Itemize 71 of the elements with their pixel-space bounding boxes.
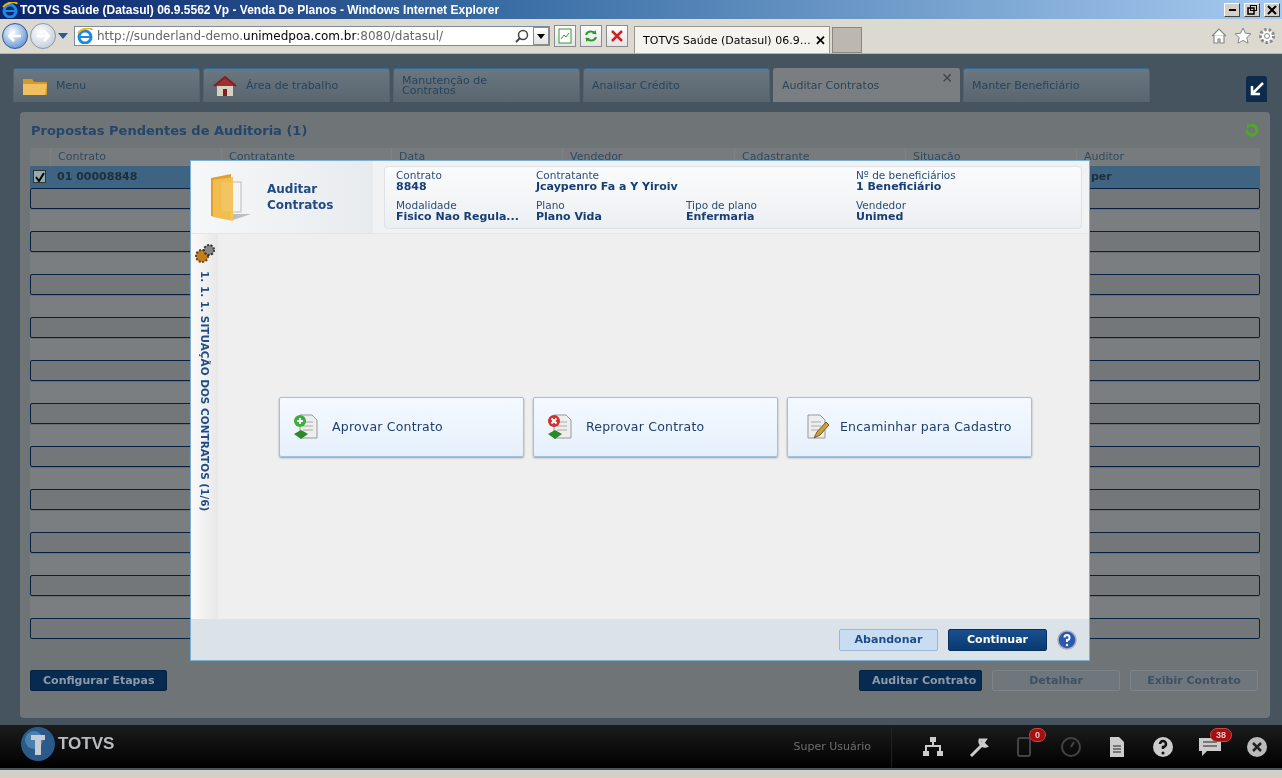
action-button[interactable]: Configurar Etapas <box>30 670 168 691</box>
collapse-button[interactable] <box>1246 76 1267 102</box>
settings-icon[interactable] <box>1258 27 1276 45</box>
action-button[interactable]: Reprovar Contrato <box>533 396 778 457</box>
field-value: 8848 <box>396 181 428 193</box>
browser-logo-icon <box>2 1 18 18</box>
field-label: Contratante <box>536 170 601 181</box>
abandon-button[interactable]: Abandonar <box>839 628 938 651</box>
back-arrow-icon <box>8 30 22 42</box>
home-icon[interactable] <box>1210 27 1228 45</box>
table-cell-text: per <box>1090 169 1113 185</box>
close-icon <box>611 30 623 42</box>
house-icon <box>212 74 238 97</box>
checkbox[interactable] <box>33 170 46 183</box>
field-label: Nº de beneficiários <box>856 170 957 181</box>
app-tab[interactable]: Auditar Contratos ✕ <box>773 68 960 102</box>
help-icon[interactable] <box>1057 629 1077 650</box>
field-value: Enfermaria <box>686 211 755 223</box>
check-icon <box>34 171 45 182</box>
minimize-icon <box>1228 8 1236 11</box>
address-field[interactable]: http://sunderland-demo.unimedpoa.com.br:8080/datasul/ <box>74 26 550 46</box>
continue-button[interactable]: Continuar <box>948 628 1047 651</box>
restore-icon <box>1247 4 1257 15</box>
field-value: Unimed <box>856 211 905 223</box>
browser-tab[interactable]: TOTVS Saúde (Datasul) 06.9… ✕ <box>634 26 830 53</box>
user-name: Super Usuário <box>793 726 892 767</box>
field-label: Vendedor <box>856 200 907 211</box>
action-button[interactable]: Aprovar Contrato <box>279 396 524 457</box>
dropdown-button[interactable] <box>533 27 549 45</box>
stop-button[interactable] <box>606 25 628 47</box>
dropdown-caret-icon[interactable] <box>58 32 68 40</box>
field-value: Jcaypenro Fa a Y Yiroiv <box>536 181 679 193</box>
action-button[interactable]: Encaminhar para Cadastro <box>787 396 1032 457</box>
caret-icon <box>537 33 545 39</box>
hierarchy-icon[interactable] <box>922 735 944 758</box>
browser-logo-icon <box>77 28 93 44</box>
globe-logo-icon <box>20 725 56 762</box>
table-cell-text: 01 00008848 <box>56 169 139 185</box>
star-icon[interactable] <box>1234 27 1252 45</box>
field-value: 1 Beneficiário <box>856 181 943 193</box>
arrow-icon <box>1249 82 1264 96</box>
panel-title: Propostas Pendentes de Auditoria (1) <box>31 122 308 138</box>
field-label: Tipo de plano <box>686 200 758 211</box>
close-icon <box>1267 4 1277 15</box>
close-icon[interactable] <box>1246 735 1268 758</box>
field-value: Plano Vida <box>536 211 603 223</box>
field-label: Contrato <box>396 170 443 181</box>
search-icon[interactable] <box>515 29 529 43</box>
dialog-title: Auditar Contratos <box>267 181 335 213</box>
close-button[interactable] <box>1264 2 1280 17</box>
refresh-button[interactable] <box>580 25 602 47</box>
field-label: Plano <box>536 200 566 211</box>
page-icon <box>558 28 572 44</box>
action-button[interactable]: Auditar Contrato <box>859 669 982 691</box>
field-label: Modalidade <box>396 200 458 211</box>
restore-button[interactable] <box>1244 2 1260 17</box>
field-value: Fisico Nao Regula... <box>396 211 520 223</box>
notification-badge: 38 <box>1210 727 1232 742</box>
compatibility-button[interactable] <box>554 25 576 47</box>
help-icon[interactable] <box>1152 735 1174 758</box>
step-title: 1. 1. 1. SITUAÇÃO DOS CONTRATOS (1/6) <box>198 271 211 512</box>
window-title: TOTVS Saúde (Datasul) 06.9.5562 Vp - Venda De Planos - Windows Internet Explorer <box>20 2 501 17</box>
forward-arrow-icon <box>36 30 50 42</box>
gears-icon <box>193 243 216 265</box>
refresh-arrows-icon <box>584 29 598 43</box>
minimize-button[interactable] <box>1224 2 1240 17</box>
back-button[interactable] <box>2 23 28 49</box>
forward-button[interactable] <box>30 23 56 49</box>
notification-badge: 0 <box>1029 727 1046 742</box>
brand-name: TOTVS <box>58 733 115 754</box>
tab-close-button[interactable]: ✕ <box>814 32 826 48</box>
